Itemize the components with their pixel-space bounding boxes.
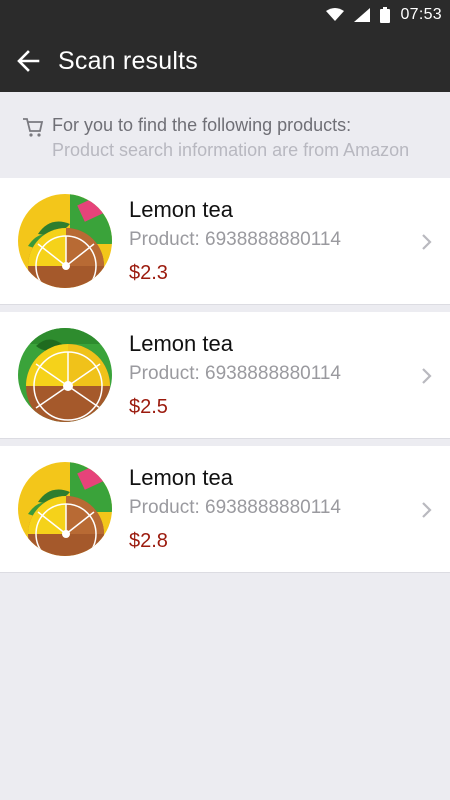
product-image — [18, 328, 112, 422]
cart-icon — [23, 118, 44, 137]
info-banner: For you to find the following products: … — [0, 92, 450, 178]
chevron-right-icon — [422, 234, 432, 250]
results-list: Lemon tea Product: 6938888880114 $2.3 Le… — [0, 178, 450, 580]
chevron-right-icon — [422, 502, 432, 518]
wifi-icon — [326, 8, 345, 22]
info-subtitle: Product search information are from Amaz… — [52, 140, 410, 160]
product-price: $2.5 — [129, 396, 168, 418]
back-button[interactable] — [0, 30, 56, 92]
product-price: $2.3 — [129, 262, 168, 284]
battery-icon — [380, 7, 391, 23]
page-title: Scan results — [58, 46, 198, 75]
product-name: Lemon tea — [129, 465, 233, 490]
product-code: Product: 6938888880114 — [129, 229, 341, 250]
product-name: Lemon tea — [129, 197, 233, 222]
result-item[interactable]: Lemon tea Product: 6938888880114 $2.5 — [0, 312, 450, 439]
product-code: Product: 6938888880114 — [129, 363, 341, 384]
product-image — [18, 462, 112, 556]
product-name: Lemon tea — [129, 331, 233, 356]
product-price: $2.8 — [129, 530, 168, 552]
app-bar: Scan results — [0, 30, 450, 92]
status-bar: 07:53 — [0, 0, 450, 30]
result-item[interactable]: Lemon tea Product: 6938888880114 $2.8 — [0, 446, 450, 573]
chevron-right-icon — [422, 368, 432, 384]
info-title: For you to find the following products: — [52, 115, 352, 135]
back-arrow-icon — [17, 50, 40, 72]
status-time: 07:53 — [400, 6, 442, 23]
product-code: Product: 6938888880114 — [129, 497, 341, 518]
result-item[interactable]: Lemon tea Product: 6938888880114 $2.3 — [0, 178, 450, 305]
cell-signal-icon — [354, 8, 371, 22]
product-image — [18, 194, 112, 288]
